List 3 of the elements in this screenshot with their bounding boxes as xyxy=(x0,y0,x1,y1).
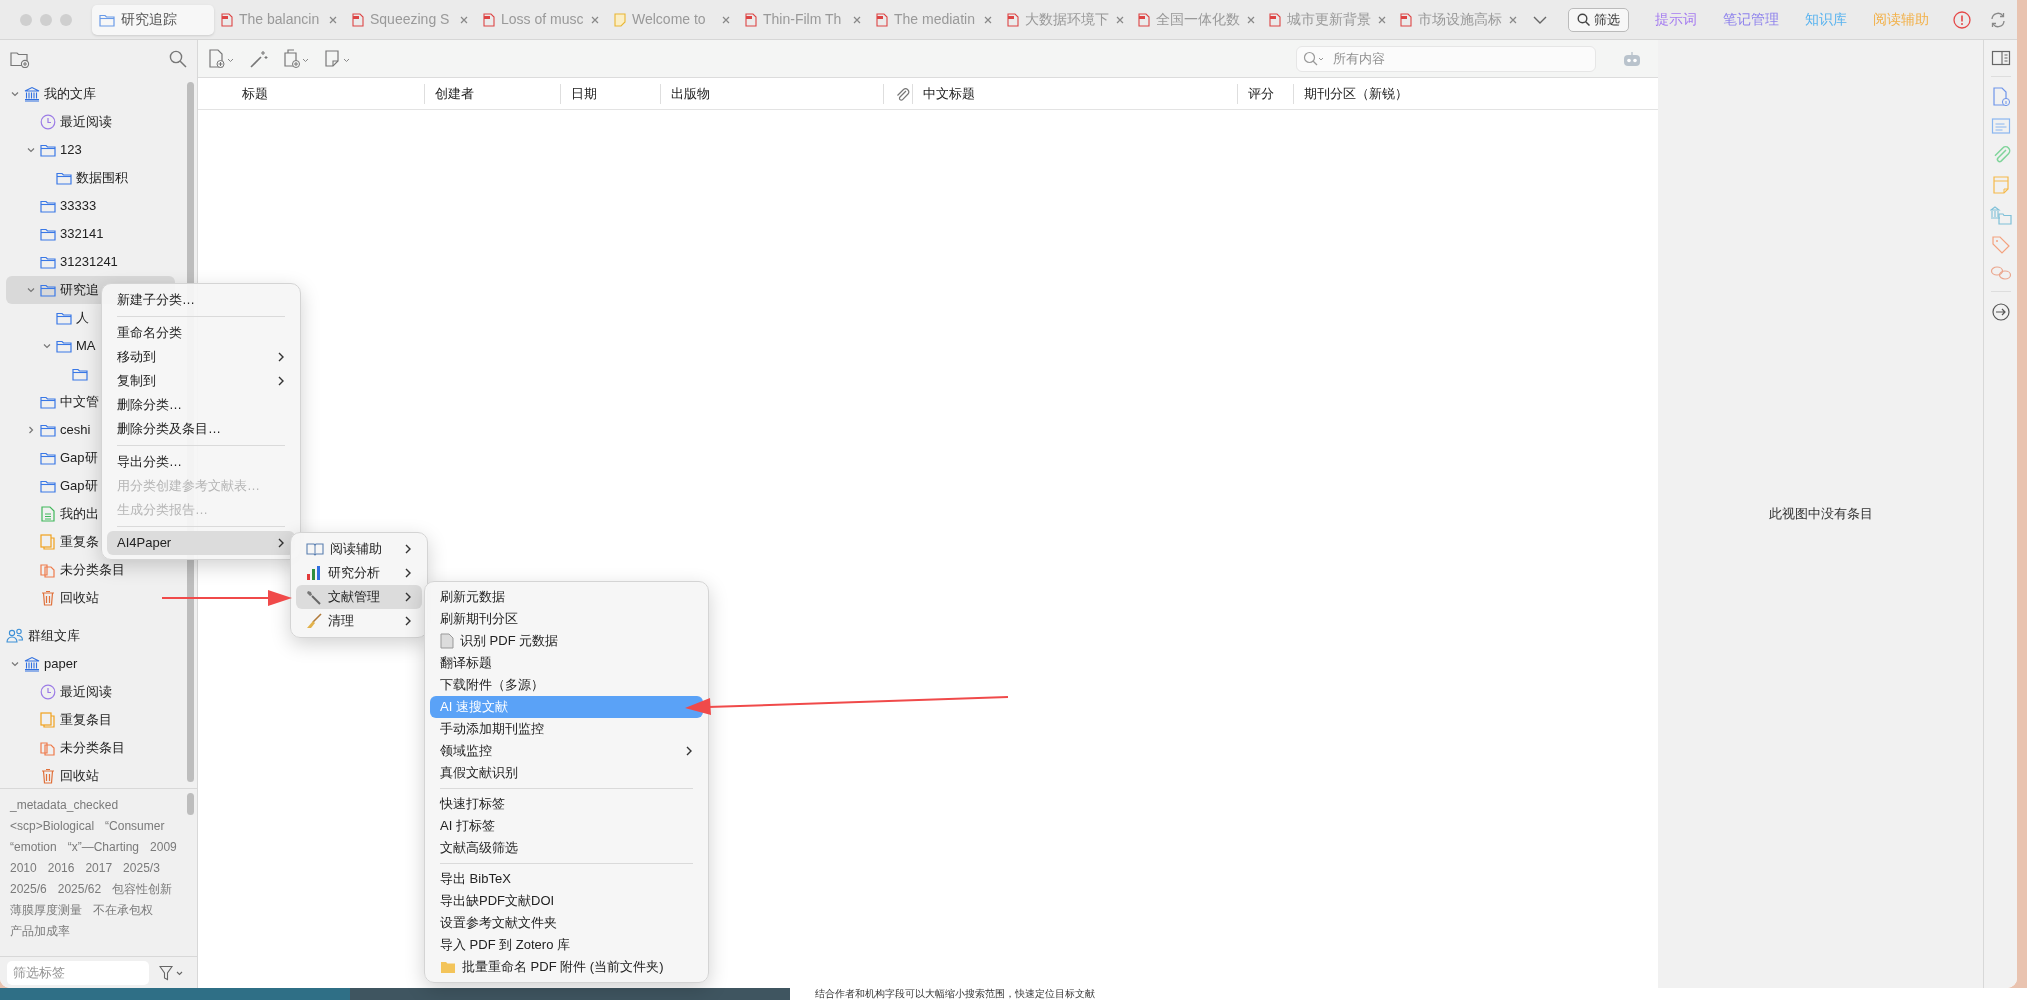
empty-message: 此视图中没有条目 xyxy=(1768,505,1873,524)
document-text: 结合作者和机构字段可以大幅缩小搜索范围，快速定位目标文献 xyxy=(815,988,1095,1000)
library-group-heading: 群组文库 xyxy=(28,627,80,646)
